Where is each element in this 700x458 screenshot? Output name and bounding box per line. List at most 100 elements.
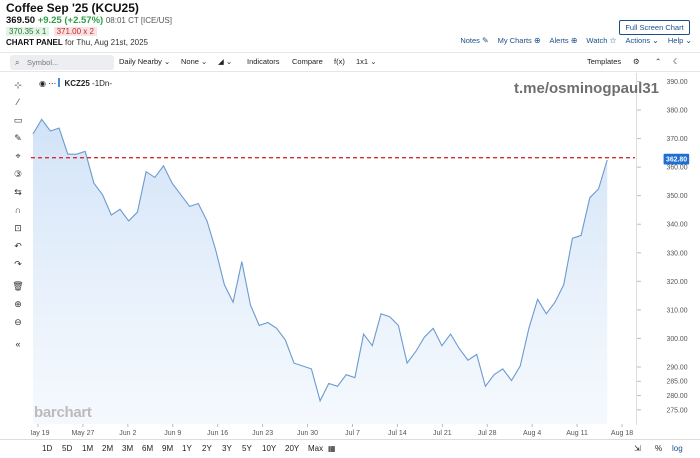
plus-circle-icon: ⊕ bbox=[570, 36, 578, 45]
y-tick-label: 360.00 bbox=[667, 165, 688, 172]
collapse-left-icon[interactable]: « bbox=[11, 338, 25, 350]
range-bar: 1D 5D 1M 2M 3M 6M 9M 1Y 2Y 3Y 5Y 10Y 20Y Max ▦ ⇲ % lo… bbox=[0, 439, 700, 458]
barchart-watermark: barchart bbox=[34, 404, 92, 421]
watch-label: Watch bbox=[586, 36, 608, 45]
collapse-up-icon[interactable]: ⌃ bbox=[655, 53, 661, 71]
watch-link[interactable]: Watch ☆ bbox=[586, 36, 616, 45]
quote-time: 08:01 CT [ICE/US] bbox=[105, 16, 172, 25]
range-5d[interactable]: 5D bbox=[62, 440, 72, 458]
x-tick-label: Jun 30 bbox=[297, 430, 318, 437]
star-icon: ☆ bbox=[609, 36, 617, 45]
magnet-icon[interactable]: ∩ bbox=[11, 204, 25, 216]
calendar-icon[interactable]: ▦ bbox=[328, 440, 336, 458]
chevron-down-icon: ⌄ bbox=[201, 57, 208, 66]
rectangle-tool-icon[interactable]: ▭ bbox=[11, 114, 25, 126]
compare-button[interactable]: Compare bbox=[292, 53, 323, 71]
x-axis: May 19 May 27 Jun 2 Jun 9 Jun 16 Jun 23 Jun 30… bbox=[31, 424, 633, 437]
range-5y[interactable]: 5Y bbox=[242, 440, 252, 458]
y-tick-label: 290.00 bbox=[667, 364, 688, 371]
y-tick-label: 390.00 bbox=[667, 79, 688, 86]
brush-tool-icon[interactable]: ✎ bbox=[11, 132, 25, 144]
y-tick-label: 280.00 bbox=[667, 393, 688, 400]
y-tick-label: 320.00 bbox=[667, 279, 688, 286]
range-6m[interactable]: 6M bbox=[142, 440, 153, 458]
x-tick-label: Jun 23 bbox=[252, 430, 273, 437]
expand-icon[interactable]: ⇲ bbox=[634, 440, 641, 458]
range-20y[interactable]: 20Y bbox=[285, 440, 299, 458]
alerts-link[interactable]: Alerts ⊕ bbox=[550, 36, 578, 45]
notes-link[interactable]: Notes ✎ bbox=[460, 36, 488, 45]
series-color-swatch bbox=[58, 78, 61, 87]
number-tool-icon[interactable]: ③ bbox=[11, 168, 25, 180]
x-tick-label: Aug 18 bbox=[611, 430, 633, 437]
range-10y[interactable]: 10Y bbox=[262, 440, 276, 458]
daily-nearby-label: Daily Nearby bbox=[119, 57, 162, 66]
redo-icon[interactable]: ↷ bbox=[11, 258, 25, 270]
lock-icon[interactable]: ⊡ bbox=[11, 222, 25, 234]
fx-button[interactable]: f(x) bbox=[334, 53, 345, 71]
search-placeholder: Symbol... bbox=[27, 58, 59, 67]
channel-watermark: t.me/osminogpaul31 bbox=[514, 80, 660, 97]
more-icon[interactable]: ⋯ bbox=[48, 79, 56, 88]
edit-icon: ✎ bbox=[481, 36, 489, 45]
y-tick-label: 285.00 bbox=[667, 379, 688, 386]
plus-circle-icon: ⊕ bbox=[533, 36, 541, 45]
help-label: Help bbox=[667, 36, 684, 45]
measure-tool-icon[interactable]: ⇆ bbox=[11, 186, 25, 198]
x-tick-label: Jul 7 bbox=[345, 430, 360, 437]
page-title: Coffee Sep '25 (KCU25) bbox=[6, 1, 139, 15]
y-tick-label: 380.00 bbox=[667, 107, 688, 114]
none-dropdown[interactable]: None ⌄ bbox=[181, 53, 207, 71]
x-tick-label: Jun 2 bbox=[119, 430, 136, 437]
help-menu[interactable]: Help ⌄ bbox=[668, 36, 692, 45]
quote-header: Coffee Sep '25 (KCU25) 369.50 +9.25 (+2.… bbox=[0, 0, 700, 50]
chart-type-dropdown[interactable]: ◢ ⌄ bbox=[218, 53, 232, 71]
chevron-down-icon: ⌄ bbox=[164, 57, 171, 66]
panel-label: CHART PANEL bbox=[6, 38, 63, 47]
eye-icon[interactable]: ◉ bbox=[39, 79, 46, 88]
chart-interval: -1Dn- bbox=[92, 79, 113, 88]
zoom-in-icon[interactable]: ⊕ bbox=[11, 298, 25, 310]
price-chart[interactable] bbox=[31, 73, 635, 424]
chevron-down-icon: ⌄ bbox=[685, 36, 692, 45]
fib-tool-icon[interactable]: ⌖ bbox=[11, 150, 25, 162]
full-screen-button[interactable]: Full Screen Chart bbox=[619, 20, 690, 35]
y-tick-label: 300.00 bbox=[667, 336, 688, 343]
range-1d[interactable]: 1D bbox=[42, 440, 52, 458]
range-3y[interactable]: 3Y bbox=[222, 440, 232, 458]
undo-icon[interactable]: ↶ bbox=[11, 240, 25, 252]
settings-icon[interactable]: ⚙ bbox=[633, 53, 640, 71]
my-charts-link[interactable]: My Charts ⊕ bbox=[498, 36, 541, 45]
header-links: Notes ✎ My Charts ⊕ Alerts ⊕ Watch ☆ Actions… bbox=[460, 36, 692, 45]
range-max[interactable]: Max bbox=[308, 440, 323, 458]
alerts-label: Alerts bbox=[549, 36, 569, 45]
zoom-out-icon[interactable]: ⊖ bbox=[11, 316, 25, 328]
trash-icon[interactable]: 🗑 bbox=[11, 280, 25, 292]
daily-nearby-dropdown[interactable]: Daily Nearby ⌄ bbox=[119, 53, 170, 71]
range-2m[interactable]: 2M bbox=[102, 440, 113, 458]
range-2y[interactable]: 2Y bbox=[202, 440, 212, 458]
y-axis: 390.00 380.00 370.00 360.00 350.00 340.00 330.… bbox=[636, 73, 690, 425]
percent-toggle[interactable]: % bbox=[655, 440, 662, 458]
range-9m[interactable]: 9M bbox=[162, 440, 173, 458]
range-1m[interactable]: 1M bbox=[82, 440, 93, 458]
range-3m[interactable]: 3M bbox=[122, 440, 133, 458]
layout-dropdown[interactable]: 1x1 ⌄ bbox=[356, 53, 376, 71]
chart-symbol: KCZ25 bbox=[64, 79, 90, 88]
price-area-fill bbox=[33, 119, 608, 424]
templates-button[interactable]: Templates bbox=[587, 53, 621, 71]
x-tick-label: Jul 14 bbox=[388, 430, 407, 437]
actions-label: Actions bbox=[625, 36, 651, 45]
indicators-button[interactable]: Indicators bbox=[247, 53, 280, 71]
mountain-chart-icon: ◢ bbox=[218, 57, 224, 66]
dark-mode-icon[interactable]: ☾ bbox=[673, 53, 680, 71]
x-tick-label: May 19 bbox=[31, 430, 50, 437]
log-toggle[interactable]: log bbox=[672, 440, 683, 458]
quote-line: 369.50 +9.25 (+2.57%) 08:01 CT [ICE/US] bbox=[6, 15, 172, 26]
crosshair-tool-icon[interactable]: ⊹ bbox=[11, 79, 25, 91]
actions-menu[interactable]: Actions ⌄ bbox=[626, 36, 659, 45]
range-1y[interactable]: 1Y bbox=[182, 440, 192, 458]
line-tool-icon[interactable]: ⁄ bbox=[11, 96, 25, 108]
symbol-search-input[interactable]: ⌕ Symbol... bbox=[10, 55, 114, 70]
bid-badge: 370.35 x 1 bbox=[6, 27, 50, 36]
